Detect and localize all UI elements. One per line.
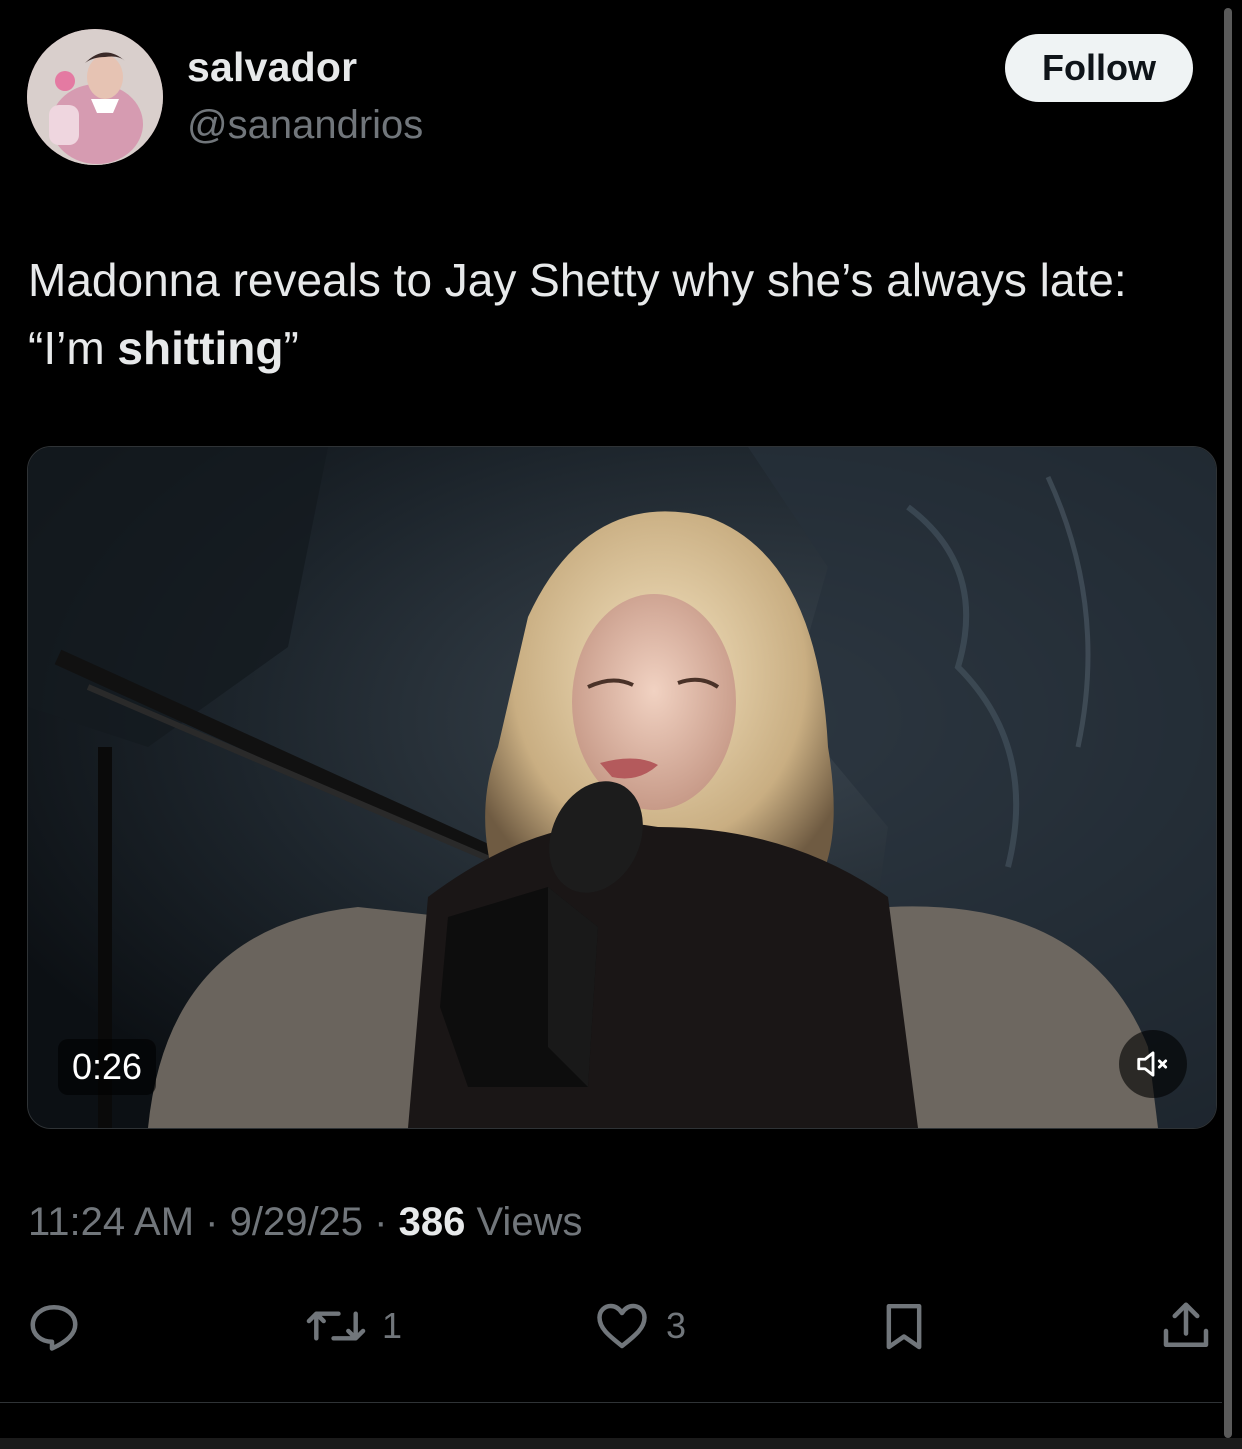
- divider: [0, 1402, 1222, 1403]
- tweet-date[interactable]: 9/29/25: [230, 1200, 363, 1244]
- tweet-time[interactable]: 11:24 AM: [28, 1200, 194, 1244]
- tweet-page: salvador @sanandrios Follow Madonna reve…: [0, 0, 1242, 1449]
- meta-separator: ·: [194, 1200, 230, 1244]
- tweet-text: Madonna reveals to Jay Shetty why she’s …: [28, 246, 1208, 382]
- reply-button[interactable]: [24, 1296, 84, 1356]
- tweet-text-end: ”: [283, 322, 299, 374]
- bottom-edge: [0, 1438, 1242, 1449]
- mute-button[interactable]: [1119, 1030, 1187, 1098]
- video-frame: [28, 447, 1216, 1128]
- muted-speaker-icon: [1137, 1051, 1168, 1077]
- retweet-icon: [306, 1311, 366, 1341]
- views-count: 386: [398, 1200, 466, 1244]
- video-player[interactable]: 0:26: [27, 446, 1217, 1129]
- author-handle[interactable]: @sanandrios: [187, 103, 423, 148]
- views-label: Views: [465, 1200, 583, 1244]
- like-count: 3: [666, 1305, 687, 1346]
- video-duration: 0:26: [58, 1039, 157, 1095]
- meta-separator: ·: [363, 1200, 399, 1244]
- author-display-name[interactable]: salvador: [187, 44, 357, 91]
- scrollbar[interactable]: [1224, 8, 1232, 1438]
- retweet-count: 1: [382, 1305, 403, 1346]
- bookmark-icon: [886, 1303, 922, 1350]
- avatar[interactable]: [27, 29, 163, 165]
- tweet-text-bold: shitting: [117, 322, 284, 374]
- bookmark-button[interactable]: [876, 1296, 932, 1356]
- share-icon: [1163, 1302, 1209, 1347]
- heart-icon: [597, 1303, 647, 1349]
- follow-button[interactable]: Follow: [1005, 34, 1193, 102]
- share-button[interactable]: [1156, 1296, 1216, 1356]
- retweet-button[interactable]: 1: [304, 1296, 402, 1356]
- reply-icon: [30, 1305, 78, 1351]
- tweet-meta: 11:24 AM · 9/29/25 · 386 Views: [28, 1200, 582, 1245]
- like-button[interactable]: 3: [592, 1296, 686, 1356]
